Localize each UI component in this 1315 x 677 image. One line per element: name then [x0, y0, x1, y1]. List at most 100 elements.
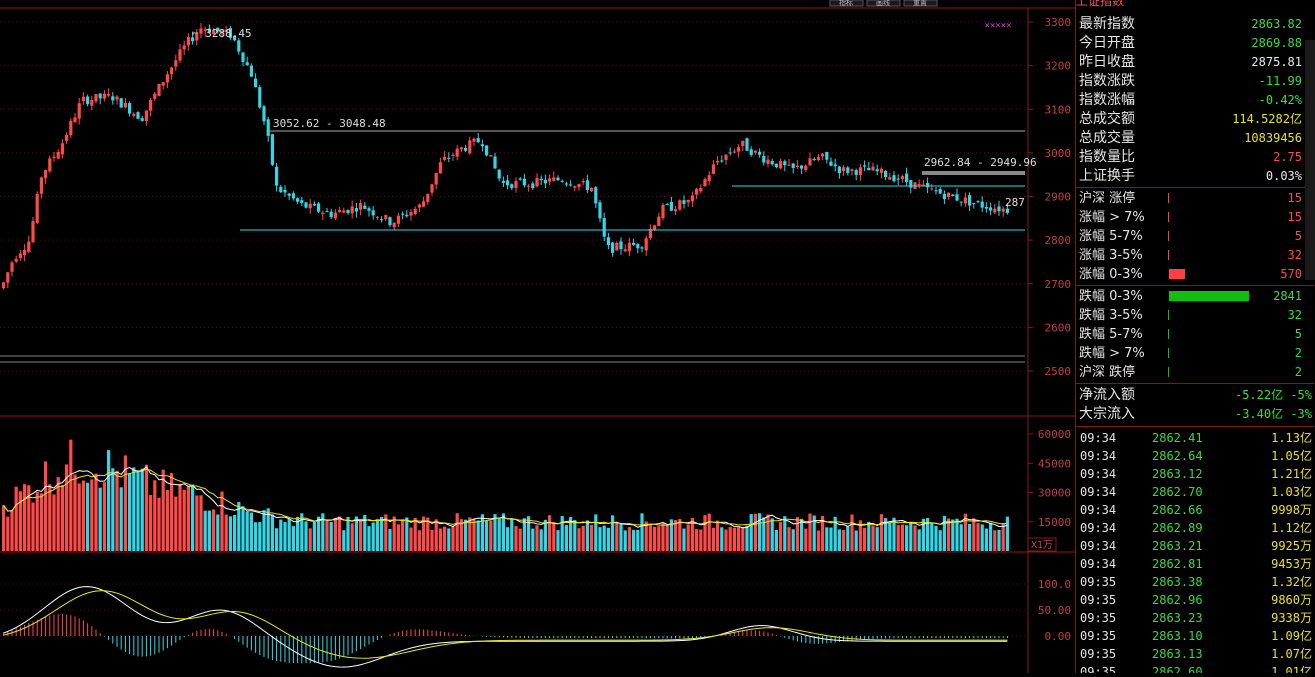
candle-body [858, 167, 862, 176]
candle-body [480, 144, 484, 147]
macd-tick-label: 100.0 [1038, 578, 1071, 591]
volume-bar [480, 514, 484, 551]
candle-body [1005, 208, 1009, 214]
tick-time: 09:35 [1080, 593, 1117, 607]
volume-bar [283, 522, 287, 551]
candle-body [678, 200, 682, 210]
candle-body [884, 170, 888, 178]
candle-body [690, 195, 694, 202]
separator [1076, 187, 1314, 188]
candle-body [136, 112, 140, 119]
volume-bar [871, 525, 875, 551]
advance-tick [1168, 250, 1169, 260]
candle-body [170, 67, 174, 75]
tick-row[interactable]: 09:34 2863.12 1.21 亿 [1076, 465, 1314, 483]
advance-label: 涨幅 0-3% [1079, 267, 1143, 282]
candle-body [606, 237, 610, 246]
volume-bar [896, 525, 900, 551]
tick-row[interactable]: 09:35 2863.23 9338 万 [1076, 609, 1314, 627]
candle-body [564, 183, 568, 185]
tick-row[interactable]: 09:35 2862.96 9860 万 [1076, 591, 1314, 609]
tick-row[interactable]: 09:35 2862.60 1.01 亿 [1076, 663, 1314, 673]
volume-bar [779, 522, 783, 551]
tick-row[interactable]: 09:35 2863.10 1.09 亿 [1076, 627, 1314, 645]
candle-body [237, 40, 241, 52]
volume-bar [989, 522, 993, 551]
volume-bar [548, 515, 552, 551]
advance-label: 涨幅 > 7% [1079, 210, 1145, 225]
tick-row[interactable]: 09:34 2862.89 1.12 亿 [1076, 519, 1314, 537]
candle-body [585, 180, 589, 190]
candle-body [451, 154, 455, 157]
candle-body [153, 93, 157, 99]
tick-time: 09:34 [1080, 431, 1117, 445]
range-annotation-2: 2962.84 - 2949.96 [924, 156, 1037, 169]
volume-bar [804, 528, 808, 551]
volume-bar [594, 514, 598, 551]
candle-body [951, 194, 955, 196]
volume-bar [128, 473, 132, 551]
tick-row[interactable]: 09:34 2863.21 9925 万 [1076, 537, 1314, 555]
tick-row[interactable]: 09:34 2862.64 1.05 亿 [1076, 447, 1314, 465]
decline-row: 跌幅 3-5% 32 [1076, 306, 1314, 325]
tick-row[interactable]: 09:34 2862.41 1.13 亿 [1076, 429, 1314, 447]
tick-row[interactable]: 09:34 2862.66 9998 万 [1076, 501, 1314, 519]
candle-body [623, 249, 627, 252]
chart-area[interactable]: 3300 3200 3100 3000 2900 2800 2700 2600 2500 指标 画线… [0, 0, 1075, 673]
volume-bar [749, 514, 753, 551]
quote-row: 指数涨幅 -0.42% [1076, 91, 1314, 110]
tick-row[interactable]: 09:34 2862.70 1.03 亿 [1076, 483, 1314, 501]
advance-row: 涨幅 5-7% 5 [1076, 227, 1314, 246]
volume-bar [1005, 516, 1009, 551]
advance-row: 涨幅 > 7% 15 [1076, 208, 1314, 227]
candle-body [443, 156, 447, 160]
quote-value: -0.42% [1258, 93, 1302, 107]
volume-bar [86, 482, 90, 551]
tick-row[interactable]: 09:35 2863.13 1.07 亿 [1076, 645, 1314, 663]
volume-bar [153, 480, 157, 551]
volume-bar [144, 464, 148, 551]
quote-row: 指数涨跌 -11.99 [1076, 72, 1314, 91]
tick-time: 09:35 [1080, 665, 1117, 673]
candle-body [774, 163, 778, 168]
volume-bar [590, 524, 594, 551]
candle-body [300, 200, 304, 203]
volume-bar [980, 524, 984, 551]
candle-body [94, 94, 98, 102]
candle-body [779, 161, 783, 169]
volume-tick-label: 30000 [1038, 487, 1071, 500]
volume-bar [753, 513, 757, 551]
volume-bar [388, 529, 392, 551]
candle-body [947, 192, 951, 197]
volume-bar [14, 486, 18, 551]
candle-body [291, 193, 295, 199]
candle-body [560, 180, 564, 182]
volume-bar [976, 523, 980, 551]
quote-label: 最新指数 [1079, 16, 1135, 32]
candle-body [968, 195, 972, 206]
advance-bar [1169, 269, 1185, 279]
volume-bar [401, 519, 405, 551]
quote-row: 总成交量 10839456 [1076, 129, 1314, 148]
candle-body [178, 49, 182, 61]
tick-row[interactable]: 09:35 2863.38 1.32 亿 [1076, 573, 1314, 591]
tick-row[interactable]: 09:34 2862.81 9453 万 [1076, 555, 1314, 573]
volume-bar [325, 519, 329, 551]
candle-body [573, 186, 577, 188]
tick-time: 09:35 [1080, 629, 1117, 643]
candle-body [396, 215, 400, 224]
decline-value: 2 [1294, 365, 1302, 379]
tick-time: 09:34 [1080, 467, 1117, 481]
candlestick-chart[interactable]: 3300 3200 3100 3000 2900 2800 2700 2600 2500 指标 画线… [0, 0, 1075, 673]
candle-body [405, 214, 409, 217]
volume-bar [829, 527, 833, 551]
volume-bar [174, 496, 178, 551]
tick-unit: 亿 [1299, 647, 1312, 661]
scrollbar[interactable] [1305, 40, 1315, 280]
quote-value: 10839456 [1244, 131, 1302, 145]
volume-bar [220, 491, 224, 551]
volume-bar [338, 516, 342, 551]
tick-unit: 亿 [1299, 521, 1312, 535]
volume-bar [930, 522, 934, 551]
tick-unit: 万 [1299, 539, 1312, 553]
